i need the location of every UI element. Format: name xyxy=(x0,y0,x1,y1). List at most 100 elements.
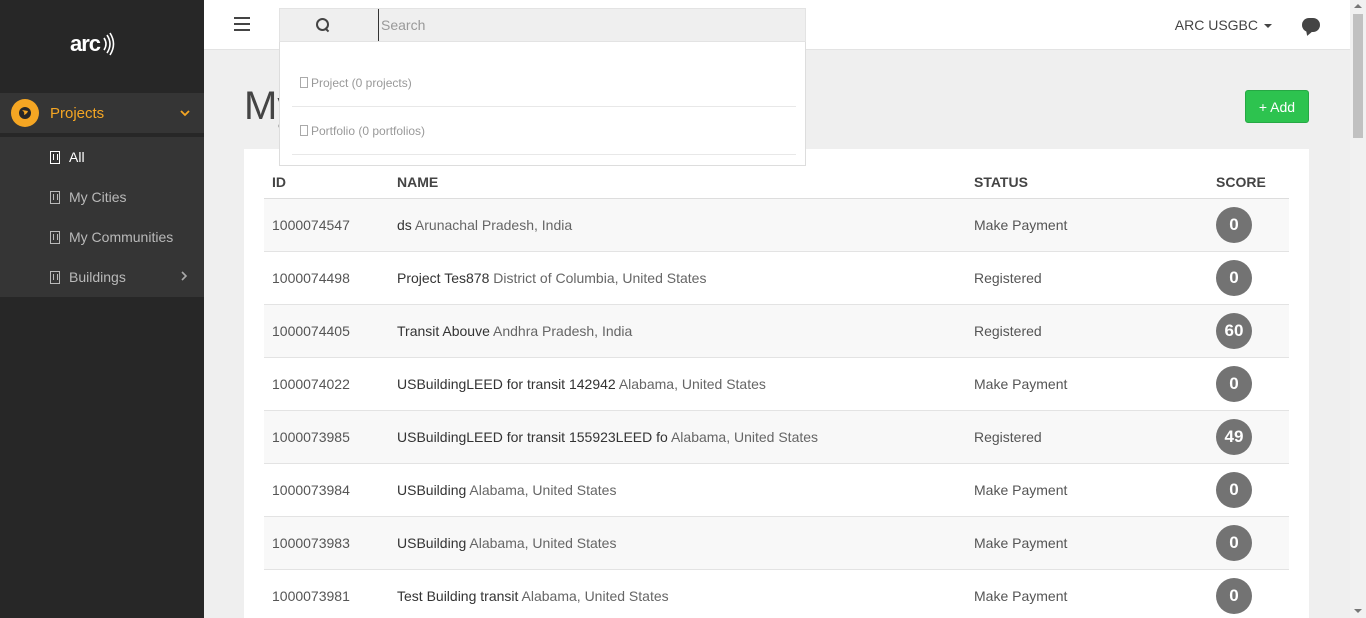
project-location: Andhra Pradesh, India xyxy=(493,323,633,339)
table-row[interactable]: 1000073985 USBuildingLEED for transit 15… xyxy=(264,411,1289,464)
column-header-name[interactable]: NAME xyxy=(397,174,438,190)
column-header-id[interactable]: ID xyxy=(272,174,286,190)
table-body: 1000074547 ds Arunachal Pradesh, India M… xyxy=(264,199,1289,618)
score-badge: 0 xyxy=(1216,525,1252,561)
column-header-score[interactable]: SCORE xyxy=(1216,174,1266,190)
project-name: Project Tes878 xyxy=(397,270,490,286)
table-row[interactable]: 1000074405 Transit Abouve Andhra Pradesh… xyxy=(264,305,1289,358)
user-menu-label: ARC USGBC xyxy=(1174,17,1258,33)
search-dropdown: Project (0 projects) Portfolio (0 portfo… xyxy=(279,42,806,166)
project-name: Test Building transit xyxy=(397,588,519,604)
score-badge: 0 xyxy=(1216,578,1252,614)
add-button[interactable]: + Add xyxy=(1245,90,1309,123)
sidebar: arc Projects All My Cities My Communitie… xyxy=(0,0,204,618)
scrollbar-thumb[interactable] xyxy=(1353,14,1363,138)
scroll-up-arrow-icon[interactable] xyxy=(1354,4,1362,8)
search-option-project[interactable]: Project (0 projects) xyxy=(292,59,796,107)
chevron-down-icon xyxy=(180,106,190,120)
projects-subnav: All My Cities My Communities Buildings xyxy=(0,137,204,297)
score-badge: 0 xyxy=(1216,207,1252,243)
table-row[interactable]: 1000073981 Test Building transit Alabama… xyxy=(264,570,1289,618)
project-id: 1000074547 xyxy=(272,217,350,233)
sidebar-item-label: All xyxy=(69,149,85,165)
sidebar-item-all[interactable]: All xyxy=(0,137,204,177)
project-location: Alabama, United States xyxy=(670,429,819,445)
project-name: ds xyxy=(397,217,412,233)
project-status: Make Payment xyxy=(974,376,1068,392)
globe-icon xyxy=(11,99,39,127)
score-badge: 60 xyxy=(1216,313,1252,349)
score-badge: 0 xyxy=(1216,472,1252,508)
project-id: 1000073984 xyxy=(272,482,350,498)
project-location: Alabama, United States xyxy=(521,588,669,604)
building-icon xyxy=(300,77,308,88)
table-row[interactable]: 1000074498 Project Tes878 District of Co… xyxy=(264,252,1289,305)
building-icon xyxy=(50,270,60,284)
sidebar-item-label: My Cities xyxy=(69,189,127,205)
table-row[interactable]: 1000074547 ds Arunachal Pradesh, India M… xyxy=(264,199,1289,252)
project-name-cell: USBuildingLEED for transit 155923LEED fo… xyxy=(397,429,818,445)
project-name-cell: Project Tes878 District of Columbia, Uni… xyxy=(397,270,706,286)
logo-text: arc xyxy=(70,31,101,56)
project-id: 1000073981 xyxy=(272,588,350,604)
building-icon xyxy=(50,150,60,164)
building-icon xyxy=(50,190,60,204)
caret-down-icon xyxy=(1264,24,1272,29)
project-location: Arunachal Pradesh, India xyxy=(414,217,573,233)
building-icon xyxy=(300,125,308,136)
signal-waves-icon xyxy=(103,32,115,56)
search-box xyxy=(279,8,806,42)
chat-icon[interactable] xyxy=(1302,18,1320,32)
project-name-cell: USBuildingLEED for transit 142942 Alabam… xyxy=(397,376,766,392)
sidebar-item-projects[interactable]: Projects xyxy=(0,93,204,133)
sidebar-item-buildings[interactable]: Buildings xyxy=(0,257,204,297)
chevron-right-icon xyxy=(181,270,188,284)
project-name-cell: USBuilding Alabama, United States xyxy=(397,482,616,498)
project-name: USBuildingLEED for transit 155923LEED fo xyxy=(397,429,668,445)
project-status: Registered xyxy=(974,429,1042,445)
search-option-portfolio[interactable]: Portfolio (0 portfolios) xyxy=(292,107,796,155)
sidebar-item-label: My Communities xyxy=(69,229,174,245)
arc-logo[interactable]: arc xyxy=(70,28,120,60)
project-id: 1000074022 xyxy=(272,376,350,392)
project-name: Transit Abouve xyxy=(397,323,490,339)
sidebar-item-my-communities[interactable]: My Communities xyxy=(0,217,204,257)
search-icon xyxy=(316,18,330,32)
hamburger-menu-icon[interactable] xyxy=(234,17,250,31)
project-name: USBuildingLEED for transit 142942 xyxy=(397,376,616,392)
project-location: Alabama, United States xyxy=(618,376,766,392)
project-id: 1000073985 xyxy=(272,429,350,445)
user-menu[interactable]: ARC USGBC xyxy=(1175,17,1272,33)
project-name-cell: ds Arunachal Pradesh, India xyxy=(397,217,572,233)
project-id: 1000073983 xyxy=(272,535,350,551)
page-scrollbar[interactable] xyxy=(1350,0,1366,618)
projects-table: ID NAME STATUS SCORE 1000074547 ds Aruna… xyxy=(244,149,1309,618)
project-name: USBuilding xyxy=(397,482,467,498)
table-row[interactable]: 1000073983 USBuilding Alabama, United St… xyxy=(264,517,1289,570)
scroll-down-arrow-icon[interactable] xyxy=(1354,609,1362,613)
sidebar-item-my-cities[interactable]: My Cities xyxy=(0,177,204,217)
project-location: Alabama, United States xyxy=(469,482,617,498)
score-badge: 49 xyxy=(1216,419,1252,455)
project-status: Make Payment xyxy=(974,588,1068,604)
score-badge: 0 xyxy=(1216,260,1252,296)
table-row[interactable]: 1000074022 USBuildingLEED for transit 14… xyxy=(264,358,1289,411)
search-option-label: Portfolio (0 portfolios) xyxy=(311,123,426,138)
project-status: Make Payment xyxy=(974,217,1068,233)
score-badge: 0 xyxy=(1216,366,1252,402)
project-id: 1000074405 xyxy=(272,323,350,339)
table-row[interactable]: 1000073984 USBuilding Alabama, United St… xyxy=(264,464,1289,517)
sidebar-item-label: Projects xyxy=(50,104,105,122)
project-location: District of Columbia, United States xyxy=(493,270,707,286)
project-status: Make Payment xyxy=(974,535,1068,551)
project-status: Registered xyxy=(974,323,1042,339)
project-name: USBuilding xyxy=(397,535,467,551)
project-status: Make Payment xyxy=(974,482,1068,498)
project-location: Alabama, United States xyxy=(469,535,617,551)
column-header-status[interactable]: STATUS xyxy=(974,174,1028,190)
project-name-cell: USBuilding Alabama, United States xyxy=(397,535,616,551)
project-status: Registered xyxy=(974,270,1042,286)
search-input[interactable] xyxy=(378,9,778,41)
project-name-cell: Transit Abouve Andhra Pradesh, India xyxy=(397,323,632,339)
sidebar-item-label: Buildings xyxy=(69,269,126,285)
